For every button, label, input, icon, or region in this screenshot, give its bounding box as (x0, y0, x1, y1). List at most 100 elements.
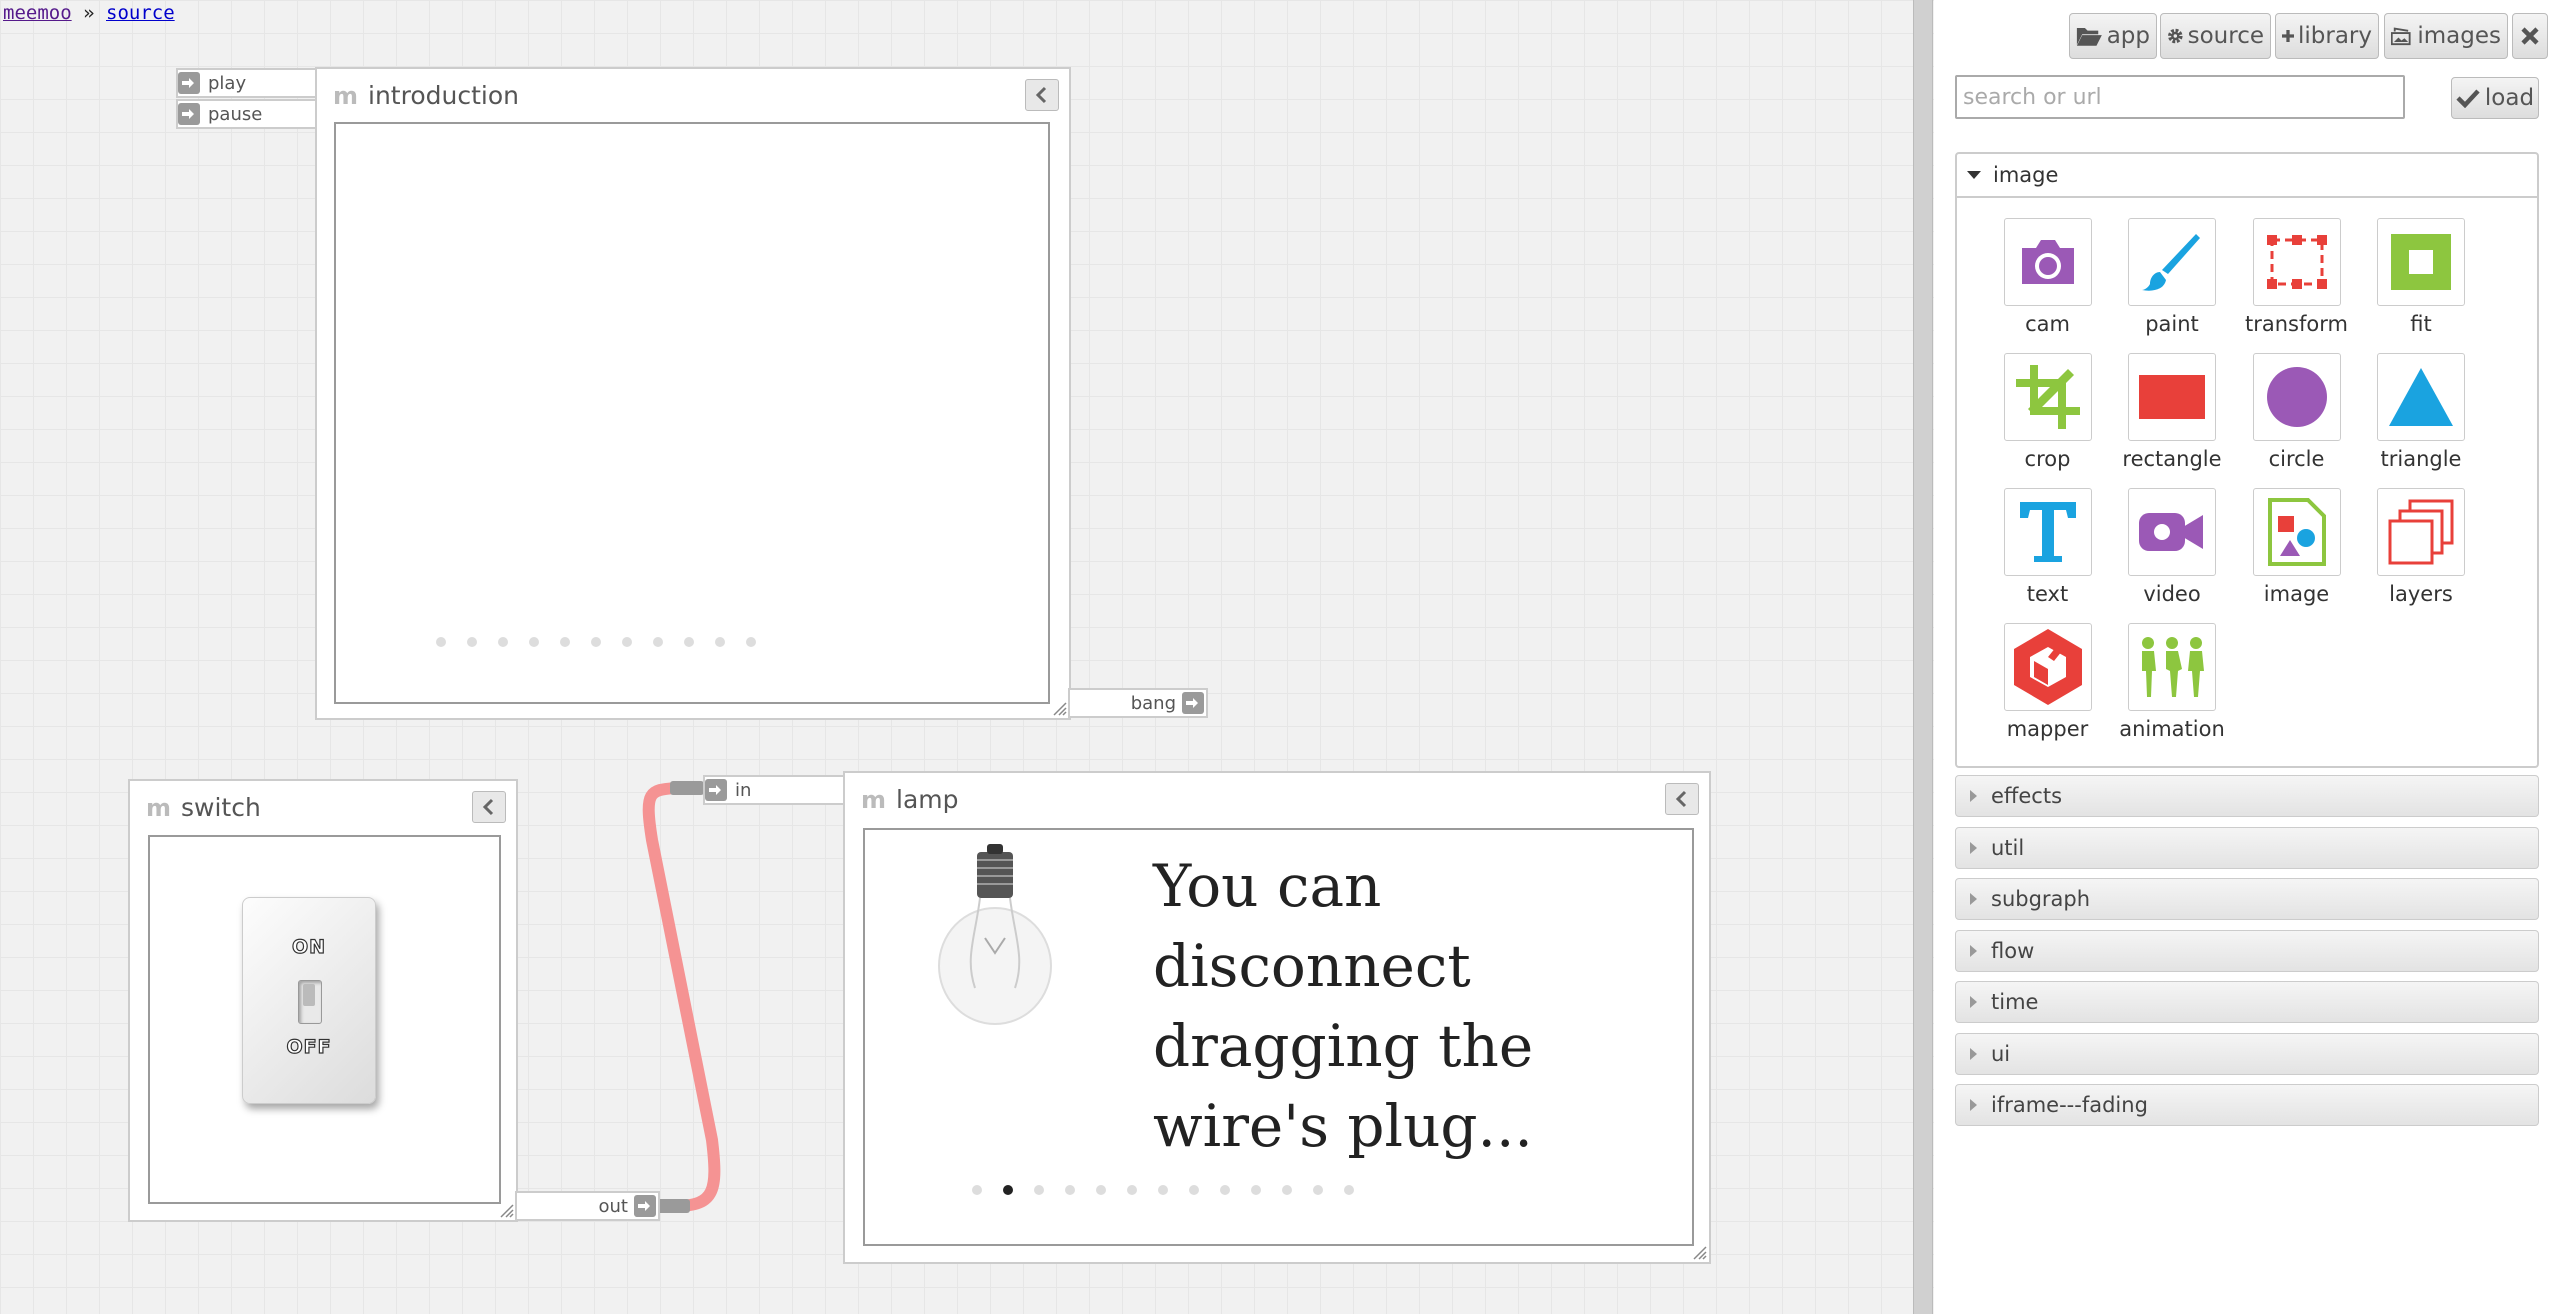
module-tile-label: triangle (2380, 447, 2462, 471)
node-introduction[interactable]: m introduction (315, 67, 1071, 720)
module-tile-video[interactable]: video (2110, 488, 2235, 606)
node-frame[interactable]: You can disconnect dragging the wire's p… (863, 828, 1694, 1246)
node-title: m lamp (861, 785, 959, 814)
slide-dot[interactable] (498, 637, 508, 647)
panel-splitter[interactable] (1913, 0, 1933, 1314)
node-frame[interactable] (334, 122, 1050, 704)
checkmark-icon (2456, 89, 2480, 108)
slide-dot[interactable] (684, 637, 694, 647)
rectangle-icon[interactable] (2128, 353, 2216, 441)
slide-dot[interactable] (1189, 1185, 1199, 1195)
light-switch[interactable]: ON OFF (242, 897, 376, 1104)
module-tile-circle[interactable]: circle (2234, 353, 2359, 471)
section-header-util[interactable]: util (1955, 826, 2539, 869)
slide-dot[interactable] (1251, 1185, 1261, 1195)
collapse-button[interactable] (1665, 783, 1699, 815)
slide-dot[interactable] (1220, 1185, 1230, 1195)
node-lamp[interactable]: m lamp You can disconnect dragging the wi… (843, 771, 1711, 1264)
module-tile-rectangle[interactable]: rectangle (2110, 353, 2235, 471)
slide-dots[interactable] (436, 637, 756, 647)
resize-handle-icon[interactable] (1053, 702, 1067, 716)
section-label: iframe---fading (1991, 1093, 2148, 1117)
module-tile-animation[interactable]: animation (2110, 623, 2235, 741)
section-header-time[interactable]: time (1955, 981, 2539, 1023)
slide-dot[interactable] (1034, 1185, 1044, 1195)
slide-dot[interactable] (1096, 1185, 1106, 1195)
section-header-flow[interactable]: flow (1955, 929, 2539, 972)
text-icon[interactable] (2003, 488, 2092, 576)
source-button[interactable]: source (2160, 13, 2271, 59)
app-button[interactable]: app (2069, 13, 2157, 59)
node-frame[interactable]: ON OFF (148, 835, 501, 1204)
slide-dot[interactable] (560, 637, 570, 647)
image-icon[interactable] (2252, 488, 2341, 576)
inport-in[interactable]: in (703, 775, 845, 805)
triangle-icon[interactable] (2377, 353, 2465, 441)
camera-icon[interactable] (2003, 218, 2092, 306)
slide-dot[interactable] (1065, 1185, 1075, 1195)
close-button[interactable] (2512, 13, 2548, 59)
mapper-icon[interactable] (2003, 623, 2092, 711)
module-tile-label: crop (2024, 447, 2071, 471)
module-tile-paint[interactable]: paint (2110, 218, 2235, 336)
section-header-image[interactable]: image (1957, 154, 2537, 198)
slide-dot[interactable] (1158, 1185, 1168, 1195)
video-icon[interactable] (2128, 488, 2216, 576)
slide-dot[interactable] (1313, 1185, 1323, 1195)
slide-dot[interactable] (529, 637, 539, 647)
fit-icon[interactable] (2377, 218, 2465, 306)
crop-icon[interactable] (2003, 353, 2092, 441)
wire-plug-in[interactable] (670, 781, 704, 795)
module-tile-fit[interactable]: fit (2359, 218, 2484, 336)
inport-play[interactable]: play (176, 68, 318, 98)
resize-handle-icon[interactable] (500, 1204, 514, 1218)
search-input[interactable] (1955, 75, 2405, 119)
slide-dot[interactable] (1003, 1185, 1013, 1195)
section-label: flow (1991, 938, 2035, 963)
slide-dot[interactable] (467, 637, 477, 647)
outport-out[interactable]: out (515, 1191, 660, 1221)
module-tile-image[interactable]: image (2234, 488, 2359, 606)
module-tile-text[interactable]: text (1985, 488, 2110, 606)
slide-dot[interactable] (1127, 1185, 1137, 1195)
images-button[interactable]: images (2384, 13, 2508, 59)
graph-canvas[interactable]: meemoo » source play pause m introduction… (0, 0, 1910, 1314)
slide-dot[interactable] (715, 637, 725, 647)
wire-plug-out[interactable] (656, 1199, 690, 1213)
slide-dot[interactable] (653, 637, 663, 647)
module-tile-mapper[interactable]: mapper (1985, 623, 2110, 741)
circle-icon[interactable] (2252, 353, 2341, 441)
module-tile-layers[interactable]: layers (2359, 488, 2484, 606)
slide-dot[interactable] (622, 637, 632, 647)
switch-toggle[interactable] (298, 980, 322, 1024)
collapse-button[interactable] (472, 791, 506, 823)
slide-dot[interactable] (972, 1185, 982, 1195)
node-switch[interactable]: m switch ON OFF (128, 779, 518, 1222)
module-tile-cam[interactable]: cam (1985, 218, 2110, 336)
slide-dots[interactable] (972, 1185, 1354, 1195)
module-tile-crop[interactable]: crop (1985, 353, 2110, 471)
library-button[interactable]: library (2275, 13, 2379, 59)
slide-dot[interactable] (591, 637, 601, 647)
module-tile-triangle[interactable]: triangle (2359, 353, 2484, 471)
slide-dot[interactable] (436, 637, 446, 647)
section-header-iframe---fading[interactable]: iframe---fading (1955, 1084, 2539, 1126)
section-header-effects[interactable]: effects (1955, 775, 2539, 817)
slide-dot[interactable] (1344, 1185, 1354, 1195)
module-tile-transform[interactable]: transform (2234, 218, 2359, 336)
slide-dot[interactable] (1282, 1185, 1292, 1195)
outport-bang[interactable]: bang (1068, 688, 1208, 718)
layers-icon[interactable] (2377, 488, 2465, 576)
transform-icon[interactable] (2252, 218, 2341, 306)
slide-dot[interactable] (746, 637, 756, 647)
folder-open-icon (2076, 27, 2102, 46)
resize-handle-icon[interactable] (1693, 1246, 1707, 1260)
load-button[interactable]: load (2451, 77, 2539, 119)
module-tile-label: fit (2410, 312, 2432, 336)
animation-icon[interactable] (2128, 623, 2216, 711)
paintbrush-icon[interactable] (2128, 218, 2216, 306)
inport-pause[interactable]: pause (176, 99, 318, 129)
section-header-ui[interactable]: ui (1955, 1032, 2539, 1075)
collapse-button[interactable] (1025, 79, 1059, 111)
section-header-subgraph[interactable]: subgraph (1955, 878, 2539, 920)
